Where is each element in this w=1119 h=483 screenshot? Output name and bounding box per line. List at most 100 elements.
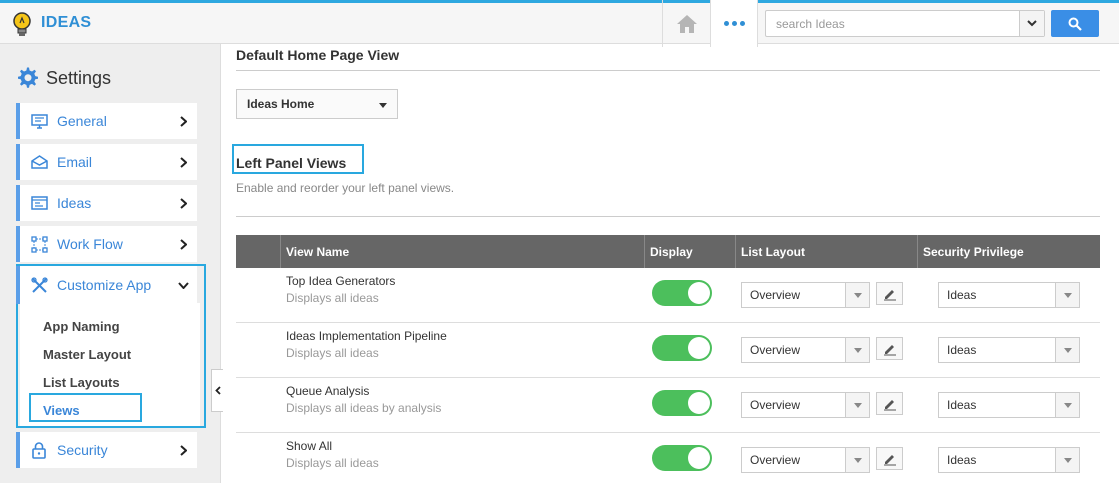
search-dropdown-button[interactable]: [1019, 11, 1044, 36]
column-header-display: Display: [644, 235, 735, 268]
search-input[interactable]: [766, 11, 1020, 36]
search-box: [765, 10, 1045, 37]
search-button[interactable]: [1051, 10, 1099, 37]
display-toggle[interactable]: [652, 445, 712, 471]
sidebar-item-label: Ideas: [57, 195, 92, 211]
edit-layout-button[interactable]: [876, 282, 903, 305]
security-privilege-value: Ideas: [947, 343, 977, 357]
divider: [236, 216, 1100, 217]
app-name[interactable]: IDEAS: [41, 14, 91, 32]
lightbulb-logo-icon: [13, 12, 31, 36]
view-name: Ideas Implementation Pipeline: [286, 329, 447, 343]
home-button[interactable]: [662, 0, 710, 47]
view-description: Displays all ideas: [286, 346, 379, 360]
submenu-item-views[interactable]: Views: [43, 403, 80, 418]
gear-icon: [18, 67, 38, 88]
lock-icon: [30, 441, 48, 459]
chevron-left-icon: [214, 386, 221, 395]
table-row: Ideas Implementation Pipeline Displays a…: [236, 323, 1100, 378]
chevron-right-icon: [175, 156, 191, 168]
default-home-value: Ideas Home: [247, 97, 315, 111]
pencil-icon: [883, 454, 896, 465]
chevron-down-icon: [175, 281, 191, 289]
left-panel-views-description: Enable and reorder your left panel views…: [236, 181, 455, 195]
chevron-down-icon: [1027, 20, 1037, 27]
submenu-item-master-layout[interactable]: Master Layout: [43, 347, 131, 362]
more-button[interactable]: [710, 0, 758, 47]
list-layout-select[interactable]: Overview: [741, 447, 870, 473]
view-description: Displays all ideas: [286, 291, 379, 305]
sidebar-item-label: General: [57, 113, 107, 129]
list-layout-select[interactable]: Overview: [741, 337, 870, 363]
view-name: Show All: [286, 439, 333, 453]
tools-icon: [30, 276, 48, 294]
view-description: Displays all ideas: [286, 456, 379, 470]
sidebar-item-customize-app[interactable]: Customize App: [16, 266, 197, 304]
envelope-icon: [30, 153, 48, 171]
more-dots-icon: [723, 21, 745, 26]
security-privilege-select[interactable]: Ideas: [938, 337, 1080, 363]
display-toggle[interactable]: [652, 280, 712, 306]
security-privilege-value: Ideas: [947, 288, 977, 302]
security-privilege-select[interactable]: Ideas: [938, 282, 1080, 308]
column-header-view-name: View Name: [280, 235, 644, 268]
chevron-right-icon: [175, 444, 191, 456]
submenu-item-list-layouts[interactable]: List Layouts: [43, 375, 120, 390]
list-layout-select[interactable]: Overview: [741, 282, 870, 308]
sidebar-item-label: Security: [57, 442, 108, 458]
submenu-item-app-naming[interactable]: App Naming: [43, 319, 120, 334]
default-home-select[interactable]: Ideas Home: [236, 89, 398, 119]
left-panel-views-title: Left Panel Views: [236, 155, 347, 171]
monitor-icon: [30, 112, 48, 130]
sidebar-item-security[interactable]: Security: [16, 432, 197, 468]
display-toggle[interactable]: [652, 335, 712, 361]
divider: [236, 70, 1100, 71]
sidebar-item-work-flow[interactable]: Work Flow: [16, 226, 197, 262]
list-layout-value: Overview: [750, 343, 801, 357]
edit-layout-button[interactable]: [876, 337, 903, 360]
settings-title: Settings: [46, 67, 112, 88]
sidebar-item-general[interactable]: General: [16, 103, 197, 139]
edit-layout-button[interactable]: [876, 392, 903, 415]
search-icon: [1068, 17, 1082, 31]
security-privilege-select[interactable]: Ideas: [938, 447, 1080, 473]
security-privilege-value: Ideas: [947, 453, 977, 467]
sidebar-item-email[interactable]: Email: [16, 144, 197, 180]
home-icon: [676, 14, 697, 33]
list-layout-value: Overview: [750, 288, 801, 302]
pencil-icon: [883, 344, 896, 355]
table-header: View Name Display List Layout Security P…: [236, 235, 1100, 268]
main-content: Default Home Page View Ideas Home Left P…: [222, 44, 1119, 483]
view-description: Displays all ideas by analysis: [286, 401, 442, 415]
security-privilege-value: Ideas: [947, 398, 977, 412]
table-row: Queue Analysis Displays all ideas by ana…: [236, 378, 1100, 433]
sidebar-item-ideas[interactable]: Ideas: [16, 185, 197, 221]
caret-down-icon: [845, 393, 869, 417]
display-toggle[interactable]: [652, 390, 712, 416]
security-privilege-select[interactable]: Ideas: [938, 392, 1080, 418]
column-header-security-privilege: Security Privilege: [917, 235, 1100, 268]
workflow-icon: [30, 235, 48, 253]
list-layout-value: Overview: [750, 453, 801, 467]
caret-down-icon: [845, 338, 869, 362]
default-home-heading: Default Home Page View: [236, 47, 400, 63]
sidebar-item-label: Email: [57, 154, 93, 170]
view-name: Top Idea Generators: [286, 274, 396, 288]
caret-down-icon: [1055, 448, 1079, 472]
sidebar-item-label: Work Flow: [57, 236, 123, 252]
chevron-right-icon: [175, 115, 191, 127]
chevron-right-icon: [175, 197, 191, 209]
top-bar: IDEAS: [0, 0, 1119, 47]
table-row: Show All Displays all ideas Overview Ide…: [236, 433, 1100, 483]
caret-down-icon: [845, 283, 869, 307]
table-row: Top Idea Generators Displays all ideas O…: [236, 268, 1100, 323]
list-layout-select[interactable]: Overview: [741, 392, 870, 418]
caret-down-icon: [1055, 393, 1079, 417]
edit-layout-button[interactable]: [876, 447, 903, 470]
list-icon: [30, 194, 48, 212]
view-name: Queue Analysis: [286, 384, 370, 398]
chevron-right-icon: [175, 238, 191, 250]
pencil-icon: [883, 289, 896, 300]
caret-down-icon: [845, 448, 869, 472]
sidebar-item-label: Customize App: [57, 277, 152, 293]
